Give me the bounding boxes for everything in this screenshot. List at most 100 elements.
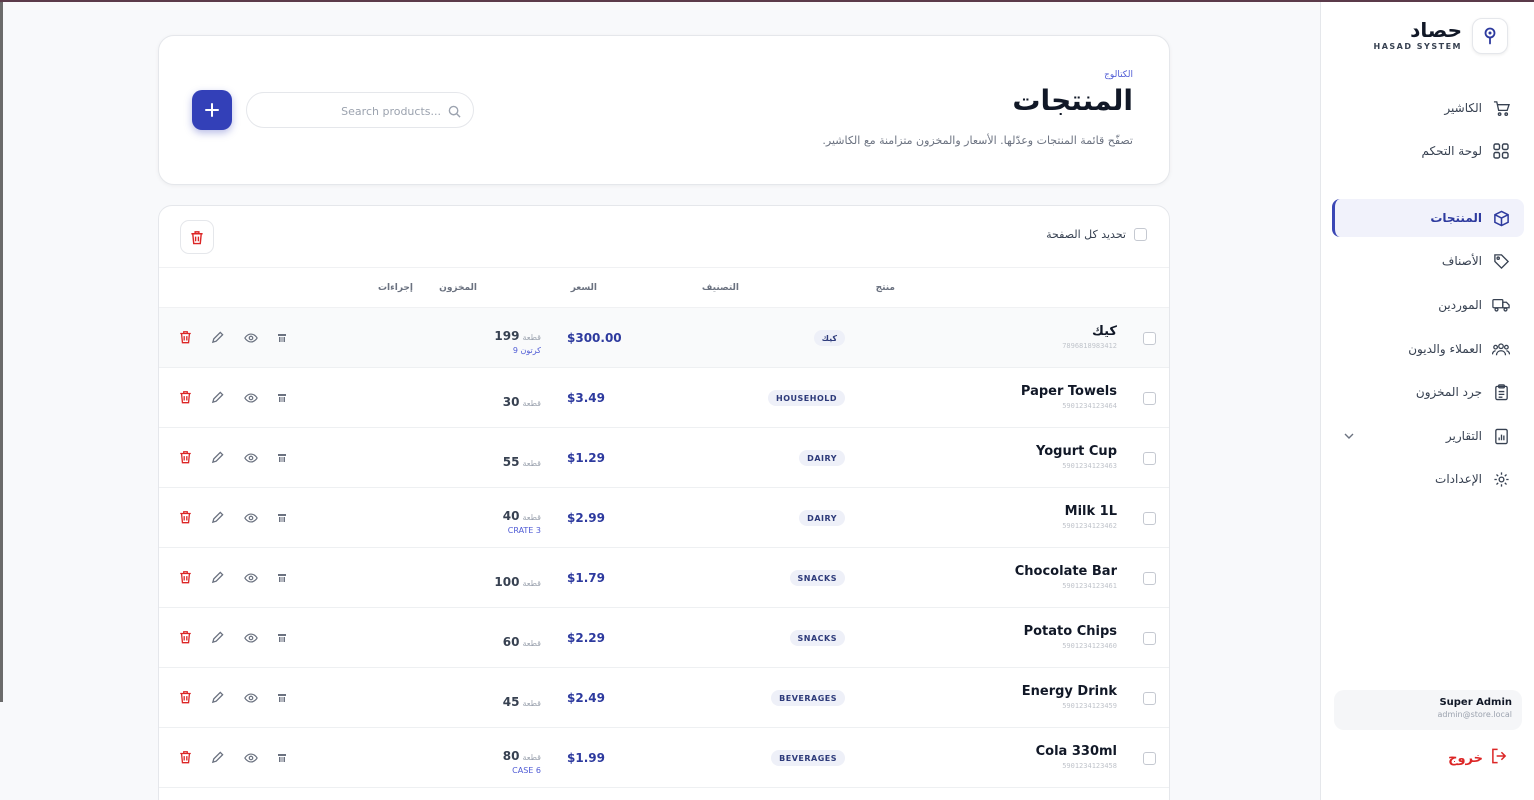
sidebar-item-cashier[interactable]: الكاشير <box>1332 89 1524 127</box>
sidebar-item-dashboard[interactable]: لوحة التحكم <box>1332 132 1524 170</box>
add-product-button[interactable] <box>192 90 232 130</box>
trash-icon <box>191 230 203 244</box>
barcode-icon[interactable] <box>278 389 286 408</box>
barcode-icon[interactable] <box>278 629 286 648</box>
product-price: $1.79 <box>567 571 605 585</box>
view-eye-icon[interactable] <box>244 629 258 648</box>
edit-pencil-icon[interactable] <box>211 569 224 588</box>
edit-pencil-icon[interactable] <box>211 449 224 468</box>
delete-icon[interactable] <box>179 569 192 588</box>
search-input[interactable] <box>261 101 441 121</box>
table-row[interactable]: كيك 7896818983412 كيك $300.00 قطعة199 9 … <box>159 308 1169 368</box>
sidebar-item-settings[interactable]: الإعدادات <box>1332 460 1524 498</box>
product-name[interactable]: Potato Chips <box>1024 624 1117 639</box>
view-eye-icon[interactable] <box>244 689 258 708</box>
stock-quantity: 45 <box>502 695 520 709</box>
view-eye-icon[interactable] <box>244 389 258 408</box>
edit-pencil-icon[interactable] <box>211 389 224 408</box>
user-card[interactable]: Super Admin admin@store.local <box>1334 690 1522 730</box>
sidebar-item-reports[interactable]: التقارير <box>1332 417 1524 455</box>
row-checkbox[interactable] <box>1143 632 1156 645</box>
sidebar-item-label: الكاشير <box>1444 101 1482 115</box>
row-checkbox[interactable] <box>1143 572 1156 585</box>
sidebar-item-label: الإعدادات <box>1435 472 1482 486</box>
stock-unit: قطعة <box>522 699 541 708</box>
row-checkbox[interactable] <box>1143 512 1156 525</box>
users-icon <box>1492 340 1510 358</box>
edit-pencil-icon[interactable] <box>211 749 224 768</box>
stock-package: 9 كرتون <box>512 346 541 355</box>
row-actions <box>179 749 289 767</box>
chart-file-icon <box>1492 427 1510 445</box>
page-title: المنتجات <box>1012 84 1133 117</box>
barcode-icon[interactable] <box>278 329 286 348</box>
search-box[interactable] <box>246 92 474 128</box>
product-barcode: 5901234123464 <box>1062 402 1117 410</box>
product-name[interactable]: Energy Drink <box>1022 684 1117 699</box>
sidebar-item-suppliers[interactable]: الموردين <box>1332 286 1524 324</box>
delete-icon[interactable] <box>179 509 192 528</box>
product-name[interactable]: Milk 1L <box>1065 504 1117 519</box>
category-badge: DAIRY <box>799 510 845 526</box>
barcode-icon[interactable] <box>278 749 286 768</box>
delete-icon[interactable] <box>179 689 192 708</box>
view-eye-icon[interactable] <box>244 509 258 528</box>
table-row[interactable]: Milk 1L 5901234123462 DAIRY $2.99 قطعة40… <box>159 488 1169 548</box>
product-price: $2.49 <box>567 691 605 705</box>
product-name[interactable]: كيك <box>1092 324 1117 339</box>
edit-pencil-icon[interactable] <box>211 509 224 528</box>
row-checkbox[interactable] <box>1143 752 1156 765</box>
row-checkbox[interactable] <box>1143 452 1156 465</box>
page-header-card: الكتالوج المنتجات تصفّح قائمة المنتجات و… <box>158 35 1170 185</box>
barcode-icon[interactable] <box>278 449 286 468</box>
logout-button[interactable]: خروج <box>1448 748 1508 768</box>
view-eye-icon[interactable] <box>244 749 258 768</box>
sidebar-item-customers-debts[interactable]: العملاء والديون <box>1332 330 1524 368</box>
table-row[interactable]: Yogurt Cup 5901234123463 DAIRY $1.29 قطع… <box>159 428 1169 488</box>
select-all-page[interactable]: تحديد كل الصفحة <box>1046 228 1147 241</box>
table-row[interactable]: Chocolate Bar 5901234123461 SNACKS $1.79… <box>159 548 1169 608</box>
stock-cell: قطعة100 <box>494 571 541 590</box>
edit-pencil-icon[interactable] <box>211 329 224 348</box>
row-actions <box>179 329 289 347</box>
row-checkbox[interactable] <box>1143 392 1156 405</box>
barcode-icon[interactable] <box>278 569 286 588</box>
product-name[interactable]: Yogurt Cup <box>1036 444 1117 459</box>
view-eye-icon[interactable] <box>244 329 258 348</box>
view-eye-icon[interactable] <box>244 449 258 468</box>
product-name[interactable]: Paper Towels <box>1021 384 1117 399</box>
delete-icon[interactable] <box>179 449 192 468</box>
table-row[interactable]: Potato Chips 5901234123460 SNACKS $2.29 … <box>159 608 1169 668</box>
table-row[interactable]: Cola 330ml 5901234123458 BEVERAGES $1.99… <box>159 728 1169 788</box>
table-row[interactable]: Energy Drink 5901234123459 BEVERAGES $2.… <box>159 668 1169 728</box>
view-eye-icon[interactable] <box>244 569 258 588</box>
edit-pencil-icon[interactable] <box>211 689 224 708</box>
chevron-down-icon[interactable] <box>1344 429 1354 443</box>
sidebar-item-categories[interactable]: الأصناف <box>1332 242 1524 280</box>
window-left-edge <box>0 2 3 702</box>
row-checkbox[interactable] <box>1143 692 1156 705</box>
tag-icon <box>1492 252 1510 270</box>
stock-cell: قطعة45 <box>503 691 541 710</box>
delete-icon[interactable] <box>179 629 192 648</box>
edit-pencil-icon[interactable] <box>211 629 224 648</box>
row-checkbox[interactable] <box>1143 332 1156 345</box>
sidebar-item-inventory-count[interactable]: جرد المخزون <box>1332 373 1524 411</box>
product-name[interactable]: Chocolate Bar <box>1015 564 1117 579</box>
delete-icon[interactable] <box>179 749 192 768</box>
barcode-icon[interactable] <box>278 509 286 528</box>
stock-quantity: 60 <box>502 635 520 649</box>
delete-icon[interactable] <box>179 389 192 408</box>
product-barcode: 5901234123463 <box>1062 462 1117 470</box>
barcode-icon[interactable] <box>278 689 286 708</box>
product-price: $300.00 <box>567 331 622 345</box>
breadcrumb[interactable]: الكتالوج <box>1104 70 1133 80</box>
row-actions <box>179 509 289 527</box>
sidebar-item-products[interactable]: المنتجات <box>1332 199 1524 237</box>
product-name[interactable]: Cola 330ml <box>1036 744 1117 759</box>
row-actions <box>179 569 289 587</box>
table-row[interactable]: Paper Towels 5901234123464 HOUSEHOLD $3.… <box>159 368 1169 428</box>
bulk-delete-button[interactable] <box>180 220 214 254</box>
select-all-checkbox[interactable] <box>1134 228 1147 241</box>
delete-icon[interactable] <box>179 329 192 348</box>
